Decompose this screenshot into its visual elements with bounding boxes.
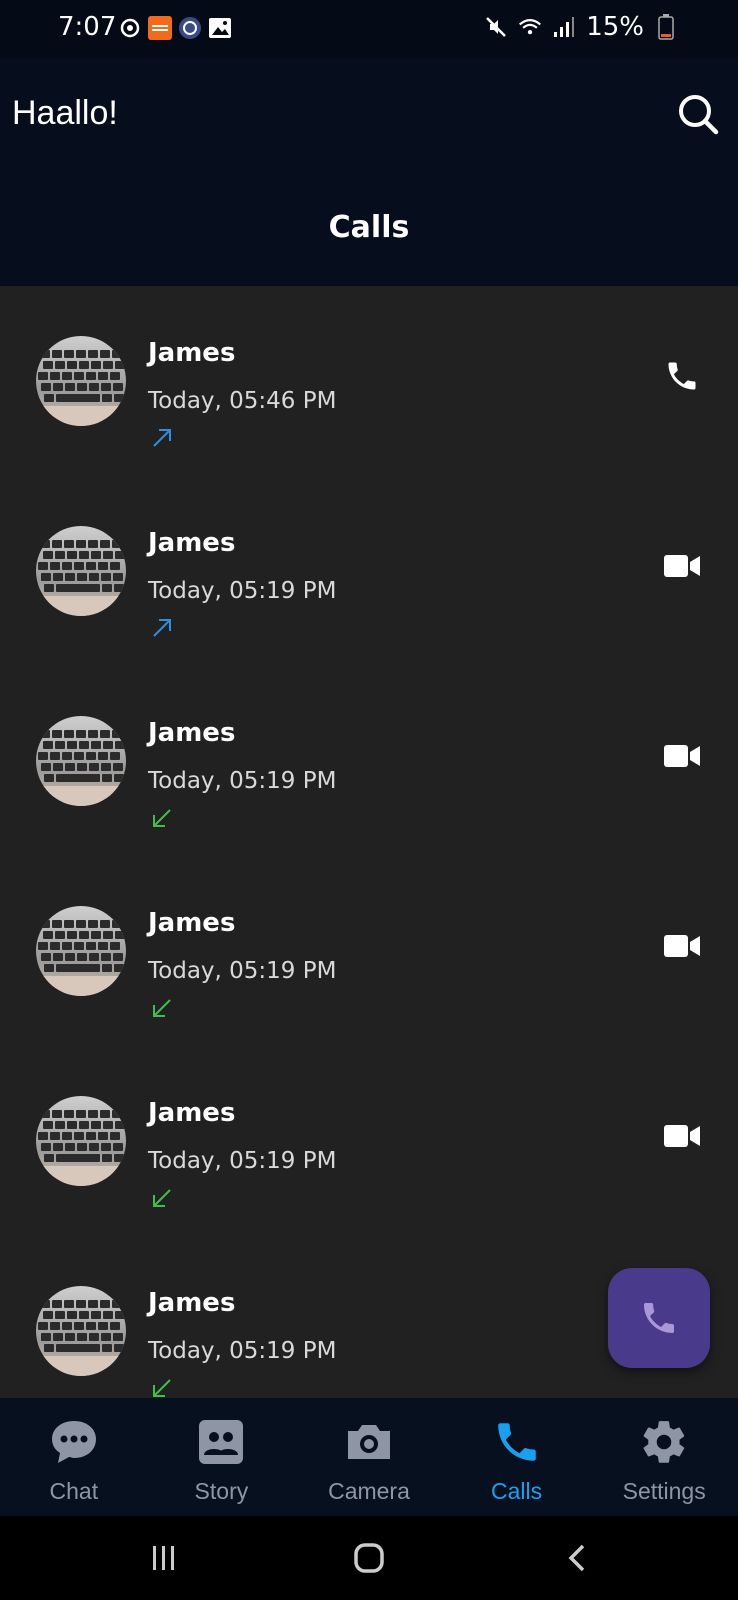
bottom-nav: Chat Story Camera Calls Settings xyxy=(0,1398,738,1516)
incoming-call-icon xyxy=(150,1376,174,1398)
incoming-call-icon xyxy=(150,996,174,1020)
nav-label: Camera xyxy=(328,1478,410,1504)
app-name: Haallo! xyxy=(12,94,118,132)
nav-label: Calls xyxy=(491,1478,543,1504)
voice-call-button[interactable] xyxy=(662,358,702,398)
video-call-button[interactable] xyxy=(662,928,702,968)
incoming-call-icon xyxy=(150,806,174,830)
call-name: James xyxy=(148,908,236,938)
call-name: James xyxy=(148,528,236,558)
status-icons-left xyxy=(118,16,232,40)
nav-label: Settings xyxy=(622,1478,706,1504)
call-time: Today, 05:19 PM xyxy=(148,768,337,794)
page-title: Calls xyxy=(328,210,410,245)
video-call-button[interactable] xyxy=(662,738,702,778)
call-name: James xyxy=(148,1288,236,1318)
back-icon xyxy=(568,1544,585,1572)
call-time: Today, 05:19 PM xyxy=(148,1148,337,1174)
call-list[interactable]: James Today, 05:46 PM James Today, 05:19… xyxy=(0,286,738,1398)
temu-icon xyxy=(148,16,172,40)
status-right: 15% xyxy=(484,12,678,42)
nav-label: Story xyxy=(194,1478,249,1504)
call-row[interactable]: James Today, 05:19 PM xyxy=(0,856,738,1046)
call-row[interactable]: James Today, 05:19 PM xyxy=(0,1046,738,1236)
recent-apps-button[interactable] xyxy=(140,1534,188,1582)
mute-icon xyxy=(484,15,508,39)
call-time: Today, 05:46 PM xyxy=(148,388,337,414)
search-button[interactable] xyxy=(676,92,720,136)
call-time: Today, 05:19 PM xyxy=(148,578,337,604)
nav-item-story[interactable]: Story xyxy=(148,1398,296,1516)
nav-label: Chat xyxy=(49,1478,99,1504)
phone-icon xyxy=(664,358,700,398)
status-bar: 7:07 15% xyxy=(0,0,738,58)
gear-icon xyxy=(638,1416,690,1468)
video-call-button[interactable] xyxy=(662,1118,702,1158)
nav-item-chat[interactable]: Chat xyxy=(0,1398,148,1516)
call-row[interactable]: James Today, 05:19 PM xyxy=(0,666,738,856)
incoming-call-icon xyxy=(150,1186,174,1210)
video-camera-icon xyxy=(664,933,700,963)
gallery-icon xyxy=(208,16,232,40)
system-nav xyxy=(0,1516,738,1600)
new-call-button[interactable] xyxy=(608,1268,710,1368)
avatar[interactable] xyxy=(36,336,126,426)
nav-item-camera[interactable]: Camera xyxy=(295,1398,443,1516)
home-button[interactable] xyxy=(345,1534,393,1582)
avatar[interactable] xyxy=(36,526,126,616)
recent-apps-icon xyxy=(153,1546,174,1570)
outgoing-call-icon xyxy=(150,616,174,640)
phone-icon xyxy=(491,1416,543,1468)
story-icon xyxy=(195,1416,247,1468)
nav-item-settings[interactable]: Settings xyxy=(590,1398,738,1516)
call-time: Today, 05:19 PM xyxy=(148,1338,337,1364)
home-icon xyxy=(354,1543,384,1573)
status-time: 7:07 xyxy=(58,12,117,42)
battery-icon xyxy=(654,14,678,40)
video-call-button[interactable] xyxy=(662,548,702,588)
camera-icon xyxy=(343,1416,395,1468)
app-header: Haallo! Calls xyxy=(0,58,738,286)
call-row[interactable]: James Today, 05:46 PM xyxy=(0,286,738,476)
phone-icon xyxy=(644,1303,674,1333)
chat-bubble-icon xyxy=(48,1416,100,1468)
chat-app-icon xyxy=(178,16,202,40)
video-camera-icon xyxy=(664,553,700,583)
avatar[interactable] xyxy=(36,906,126,996)
video-camera-icon xyxy=(664,743,700,773)
avatar[interactable] xyxy=(36,1096,126,1186)
wifi-icon xyxy=(518,15,542,39)
signal-icon xyxy=(552,15,576,39)
nav-item-calls[interactable]: Calls xyxy=(443,1398,591,1516)
call-name: James xyxy=(148,338,236,368)
video-camera-icon xyxy=(664,1123,700,1153)
call-name: James xyxy=(148,718,236,748)
outgoing-call-icon xyxy=(150,426,174,450)
call-time: Today, 05:19 PM xyxy=(148,958,337,984)
avatar[interactable] xyxy=(36,1286,126,1376)
call-name: James xyxy=(148,1098,236,1128)
battery-percent: 15% xyxy=(586,12,644,42)
call-row[interactable]: James Today, 05:19 PM xyxy=(0,476,738,666)
back-button[interactable] xyxy=(554,1534,602,1582)
search-icon xyxy=(679,95,719,135)
sync-icon xyxy=(118,16,142,40)
avatar[interactable] xyxy=(36,716,126,806)
